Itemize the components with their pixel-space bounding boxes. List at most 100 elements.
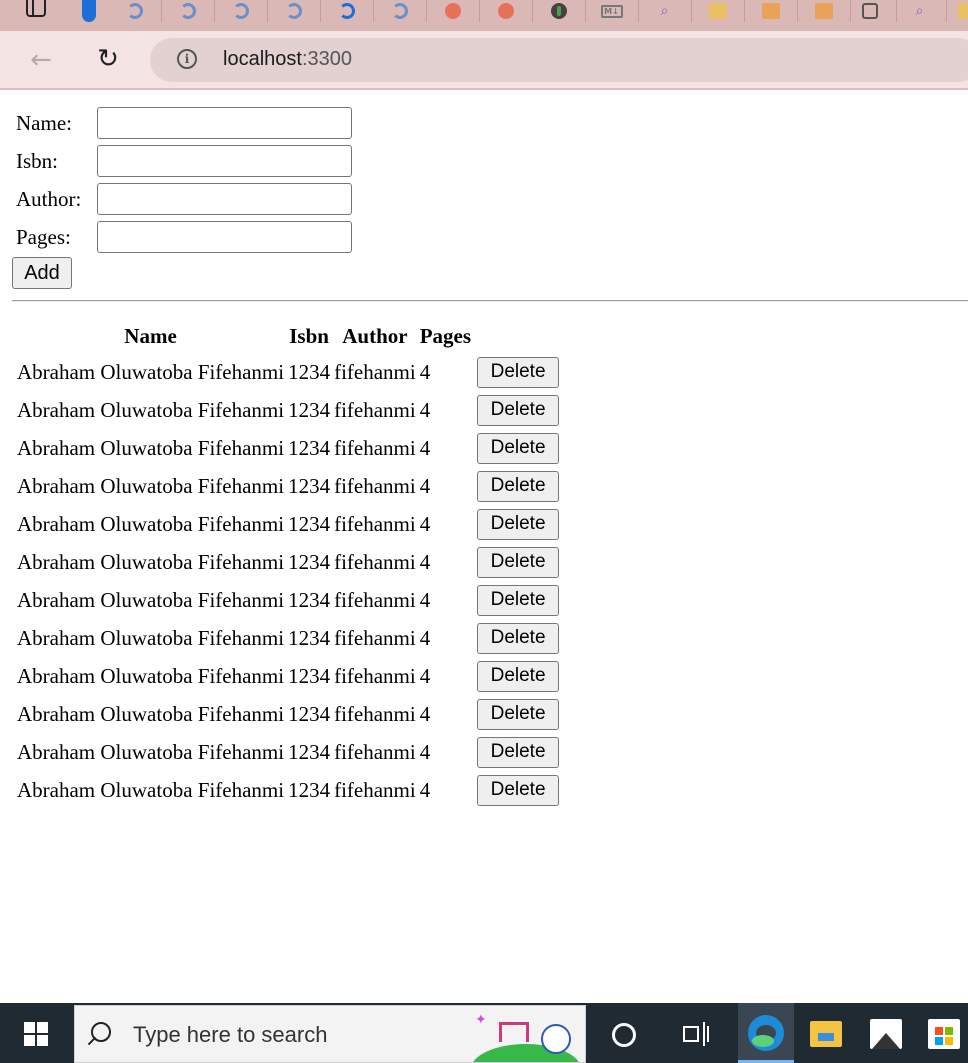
cell-actions: Delete xyxy=(474,506,560,542)
delete-button[interactable]: Delete xyxy=(477,508,560,540)
browser-tab[interactable] xyxy=(373,0,427,22)
delete-button[interactable]: Delete xyxy=(477,698,560,730)
pages-label: Pages: xyxy=(16,225,71,249)
cell-actions: Delete xyxy=(474,620,560,656)
url-text[interactable]: localhost:3300 xyxy=(223,48,352,71)
windows-start-icon xyxy=(24,1022,48,1046)
browser-tab[interactable] xyxy=(843,0,897,22)
start-button[interactable] xyxy=(0,1003,72,1063)
horizontal-rule xyxy=(12,300,968,302)
cell-pages: 4 xyxy=(419,777,431,802)
delete-button[interactable]: Delete xyxy=(477,774,560,806)
delete-button[interactable]: Delete xyxy=(477,736,560,768)
cortana-icon[interactable] xyxy=(612,1023,636,1047)
task-view-icon[interactable] xyxy=(683,1022,709,1046)
cell-actions: Delete xyxy=(474,392,560,428)
browser-tab[interactable] xyxy=(108,0,162,22)
table-row: Abraham Oluwatoba Fifehanmi 1234 fifehanmi… xyxy=(16,696,560,732)
delete-button[interactable]: Delete xyxy=(477,356,560,388)
table-row: Abraham Oluwatoba Fifehanmi 1234 fifehanmi… xyxy=(16,430,560,466)
name-input[interactable] xyxy=(97,107,352,139)
table-row: Abraham Oluwatoba Fifehanmi 1234 fifehanmi… xyxy=(16,544,560,580)
edge-browser-taskbar-button[interactable] xyxy=(738,1003,794,1063)
browser-tab[interactable]: ⌕ xyxy=(638,0,692,22)
page-content: Name: Isbn: Author: Pages: Add Name Isbn… xyxy=(0,90,968,1003)
browser-tab[interactable]: ⌕ xyxy=(893,0,947,22)
package-icon xyxy=(957,3,968,19)
site-info-icon[interactable]: i xyxy=(177,49,197,69)
cell-actions: Delete xyxy=(474,468,560,504)
pages-input[interactable] xyxy=(97,221,352,253)
column-header-isbn: Isbn xyxy=(289,323,329,348)
cell-name: Abraham Oluwatoba Fifehanmi xyxy=(17,777,285,802)
sidebar-toggle-icon[interactable] xyxy=(26,0,46,17)
browser-tab[interactable]: M↓ xyxy=(585,0,639,22)
cell-pages: 4 xyxy=(419,435,431,460)
delete-button[interactable]: Delete xyxy=(477,622,560,654)
browser-tab-active[interactable] xyxy=(320,0,374,22)
delete-button[interactable]: Delete xyxy=(477,432,560,464)
browser-tab[interactable] xyxy=(691,0,745,22)
cell-pages: 4 xyxy=(419,473,431,498)
browser-tab[interactable] xyxy=(479,0,533,22)
photos-icon[interactable] xyxy=(870,1019,902,1049)
url-port: :3300 xyxy=(301,48,352,70)
cell-actions: Delete xyxy=(474,354,560,390)
delete-button[interactable]: Delete xyxy=(477,394,560,426)
books-table: Name Isbn Author Pages Abraham Oluwatoba… xyxy=(14,318,562,810)
taskbar-search-box[interactable]: Type here to search ✦ xyxy=(74,1005,586,1063)
author-input[interactable] xyxy=(97,183,352,215)
cell-pages: 4 xyxy=(419,359,431,384)
cell-name: Abraham Oluwatoba Fifehanmi xyxy=(17,625,285,650)
cell-isbn: 1234 xyxy=(288,701,331,726)
search-icon xyxy=(91,1022,111,1042)
cell-pages: 4 xyxy=(419,549,431,574)
reload-icon[interactable]: ↻ xyxy=(93,44,123,74)
cell-isbn: 1234 xyxy=(288,511,331,536)
cell-name: Abraham Oluwatoba Fifehanmi xyxy=(17,511,285,536)
browser-tab[interactable] xyxy=(267,0,321,22)
delete-button[interactable]: Delete xyxy=(477,470,560,502)
address-bar[interactable]: i localhost:3300 xyxy=(150,38,968,82)
table-row: Abraham Oluwatoba Fifehanmi 1234 fifehanmi… xyxy=(16,734,560,770)
cell-isbn: 1234 xyxy=(288,625,331,650)
browser-tab-strip: M↓ ⌕ ⌕ xyxy=(0,0,968,31)
table-row: Abraham Oluwatoba Fifehanmi 1234 fifehanmi… xyxy=(16,658,560,694)
delete-button[interactable]: Delete xyxy=(477,660,560,692)
browser-tab[interactable] xyxy=(161,0,215,22)
edge-browser-icon xyxy=(748,1015,784,1051)
table-body: Abraham Oluwatoba Fifehanmi 1234 fifehanmi… xyxy=(16,354,560,808)
browser-tab[interactable] xyxy=(214,0,268,22)
cell-actions: Delete xyxy=(474,658,560,694)
tab-pill-icon[interactable] xyxy=(82,0,96,22)
browser-tab[interactable] xyxy=(744,0,798,22)
isbn-input[interactable] xyxy=(97,145,352,177)
table-row: Abraham Oluwatoba Fifehanmi 1234 fifehanmi… xyxy=(16,620,560,656)
cell-actions: Delete xyxy=(474,582,560,618)
cell-author: fifehanmi xyxy=(334,397,416,422)
browser-tab[interactable] xyxy=(426,0,480,22)
search-tab-icon: ⌕ xyxy=(915,3,924,19)
browser-tab[interactable] xyxy=(940,0,968,22)
delete-button[interactable]: Delete xyxy=(477,584,560,616)
table-row: Abraham Oluwatoba Fifehanmi 1234 fifehanmi… xyxy=(16,468,560,504)
add-button[interactable]: Add xyxy=(12,257,72,289)
calendar-icon xyxy=(861,3,878,19)
cell-author: fifehanmi xyxy=(334,511,416,536)
delete-button[interactable]: Delete xyxy=(477,546,560,578)
edge-tab-icon xyxy=(285,3,302,19)
browser-tab[interactable] xyxy=(532,0,586,22)
back-arrow-icon[interactable]: ← xyxy=(26,45,56,75)
mongodb-icon xyxy=(550,3,567,19)
cell-author: fifehanmi xyxy=(334,359,416,384)
cell-name: Abraham Oluwatoba Fifehanmi xyxy=(17,549,285,574)
cell-isbn: 1234 xyxy=(288,435,331,460)
cell-author: fifehanmi xyxy=(334,625,416,650)
file-explorer-icon[interactable] xyxy=(810,1021,842,1047)
author-label: Author: xyxy=(16,187,82,211)
microsoft-store-icon[interactable] xyxy=(928,1019,960,1049)
cell-isbn: 1234 xyxy=(288,473,331,498)
cell-name: Abraham Oluwatoba Fifehanmi xyxy=(17,663,285,688)
search-placeholder: Type here to search xyxy=(133,1022,328,1047)
cell-author: fifehanmi xyxy=(334,473,416,498)
